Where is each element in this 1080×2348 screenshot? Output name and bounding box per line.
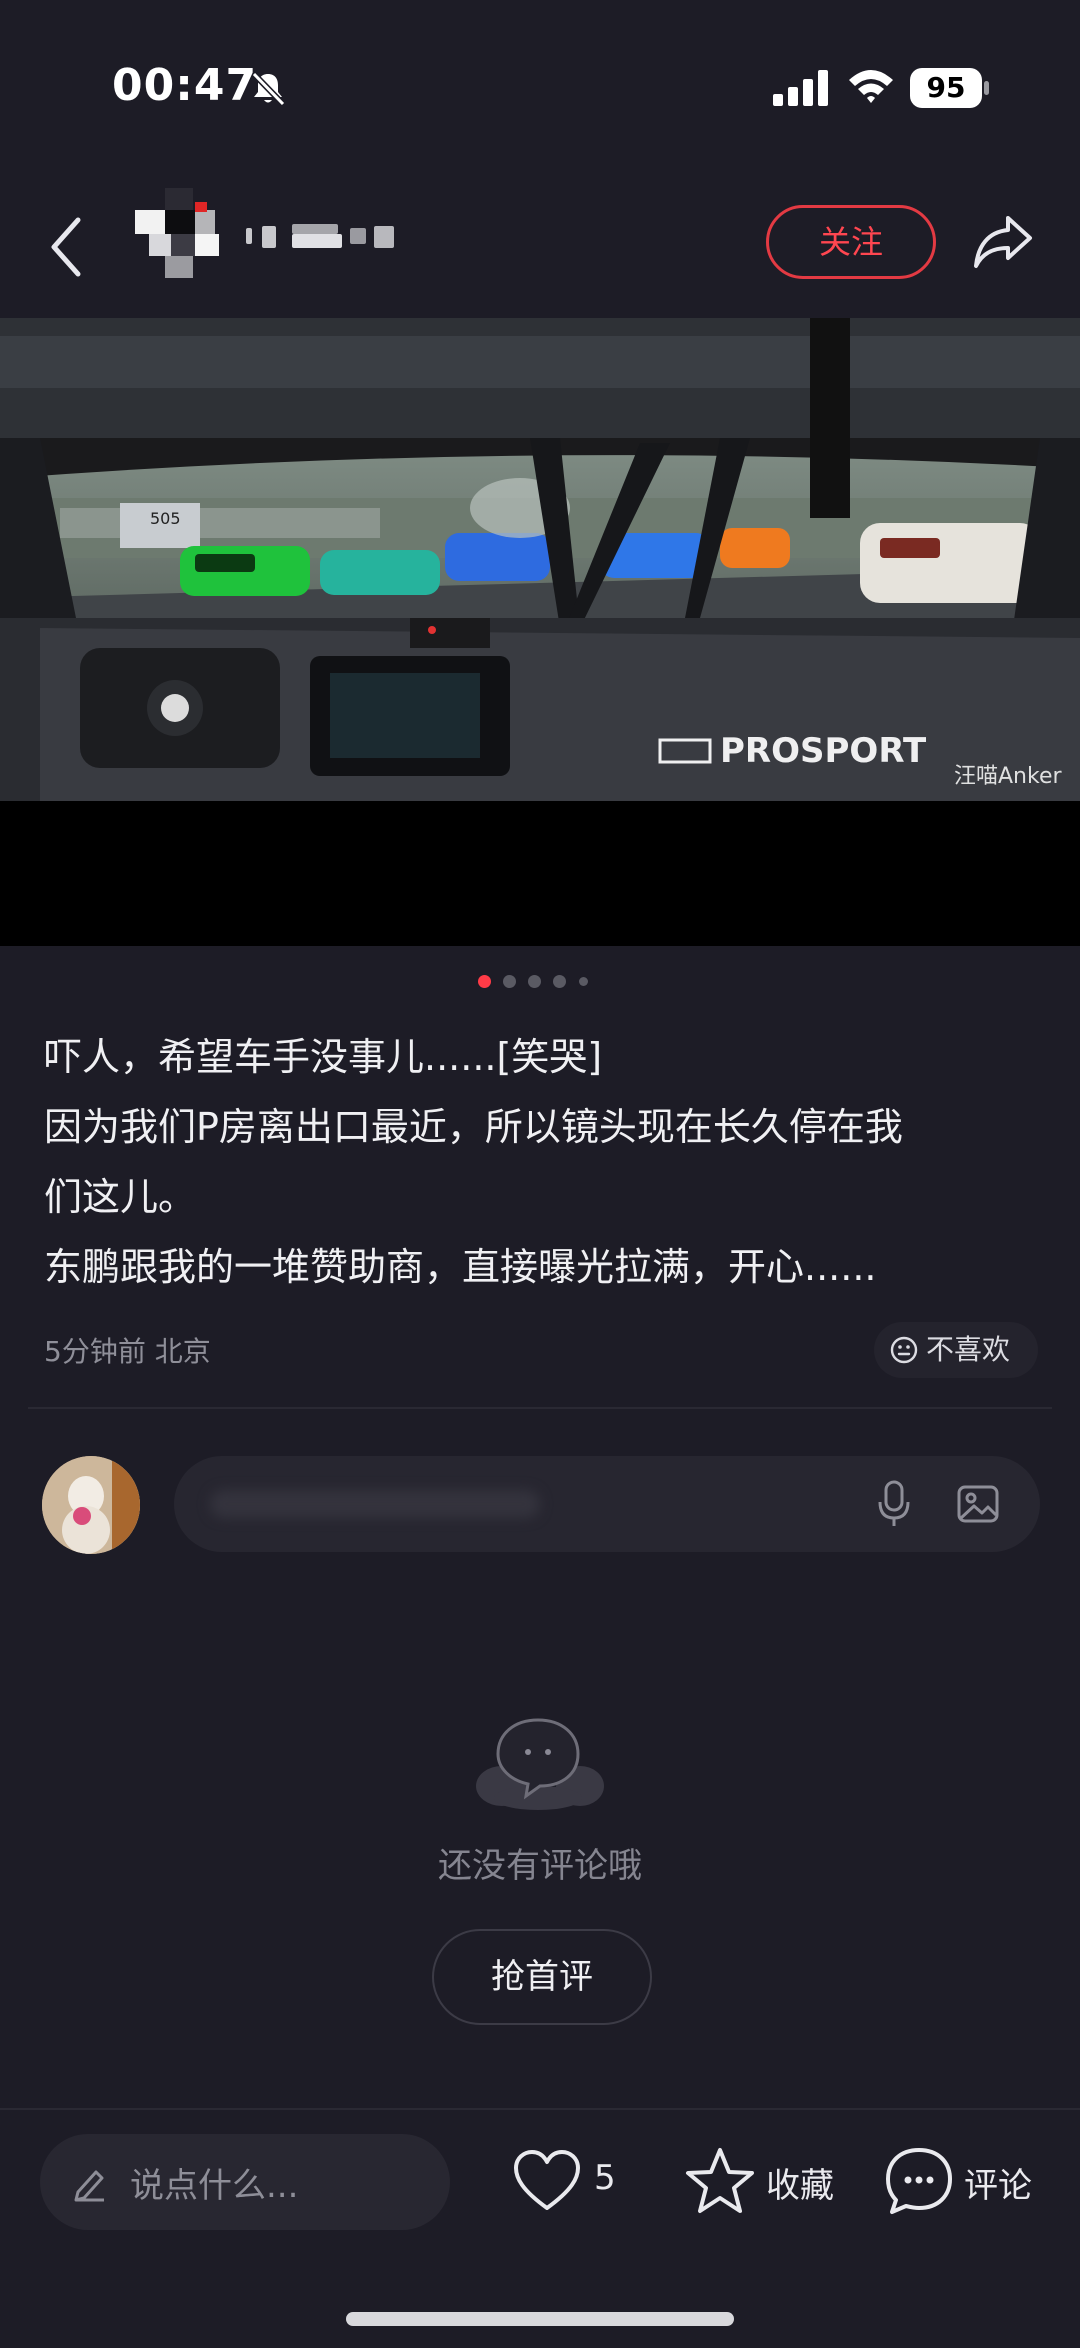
avatar-image [42, 1456, 140, 1554]
status-bar: 00:47 95 [0, 0, 1080, 175]
image-watermark: 汪喵Anker [954, 764, 1062, 789]
neutral-face-icon [890, 1336, 918, 1364]
pen-icon [74, 2170, 104, 2202]
status-time: 00:47 [112, 60, 258, 111]
screen: 00:47 95 关注 505 PROSPORT 汪喵Anker 吓人，希望车手… [0, 0, 1080, 2348]
svg-text:PROSPORT: PROSPORT [720, 731, 927, 771]
carousel-dot [528, 975, 541, 988]
post-time-location: 5分钟前 北京 [44, 1335, 211, 1368]
bottom-divider [0, 2108, 1080, 2110]
post-content: 吓人，希望车手没事儿......[笑哭] 因为我们P房离出口最近，所以镜头现在长… [44, 1022, 1044, 1302]
carousel-dot [579, 977, 588, 986]
post-line: 因为我们P房离出口最近，所以镜头现在长久停在我 [44, 1105, 903, 1149]
battery-level: 95 [910, 68, 982, 108]
home-indicator[interactable] [346, 2312, 734, 2326]
bell-muted-icon [251, 71, 286, 107]
say-something-input[interactable]: 说点什么... [40, 2134, 450, 2230]
post-line: 吓人，希望车手没事儿......[笑哭] [44, 1035, 603, 1079]
wifi-icon [849, 70, 893, 103]
first-comment-button[interactable]: 抢首评 [432, 1929, 652, 2025]
battery-indicator: 95 [910, 68, 990, 108]
image-carousel-indicator [478, 975, 598, 991]
post-image[interactable]: 505 PROSPORT 汪喵Anker [0, 318, 1080, 946]
cellular-signal-icon [773, 70, 828, 106]
post-line: 们这儿。 [44, 1175, 197, 1219]
dislike-button[interactable]: 不喜欢 [874, 1322, 1038, 1378]
carousel-dot-active [478, 975, 491, 988]
say-something-placeholder: 说点什么... [130, 2166, 299, 2206]
empty-comments-text: 还没有评论哦 [438, 1846, 642, 1886]
divider [28, 1407, 1052, 1409]
my-avatar[interactable] [42, 1456, 140, 1554]
star-icon[interactable] [684, 2146, 756, 2216]
track-board-text: 505 [150, 509, 181, 528]
heart-icon[interactable] [512, 2148, 582, 2214]
carousel-dot [503, 975, 516, 988]
post-line: 东鹏跟我的一堆赞助商，直接曝光拉满，开心...... [44, 1245, 877, 1289]
comment-label[interactable]: 评论 [964, 2158, 1032, 2207]
author-avatar[interactable] [135, 188, 227, 280]
comment-placeholder-blurred [210, 1490, 540, 1518]
battery-tip [984, 81, 989, 95]
dislike-label: 不喜欢 [926, 1333, 1011, 1366]
comment-input[interactable] [174, 1456, 1040, 1552]
image-picker-icon[interactable] [956, 1482, 1000, 1526]
empty-comments-icon [476, 1718, 604, 1810]
back-arrow-icon[interactable] [46, 214, 86, 280]
race-car-cockpit-photo: 505 PROSPORT [0, 318, 1080, 801]
microphone-icon[interactable] [874, 1478, 914, 1530]
share-icon[interactable] [970, 208, 1036, 274]
like-count[interactable]: 5 [594, 2158, 616, 2198]
carousel-dot [553, 975, 566, 988]
follow-button[interactable]: 关注 [766, 205, 936, 279]
favorite-label[interactable]: 收藏 [766, 2158, 834, 2207]
comment-bubble-icon[interactable] [884, 2146, 954, 2216]
author-name[interactable] [246, 222, 402, 252]
